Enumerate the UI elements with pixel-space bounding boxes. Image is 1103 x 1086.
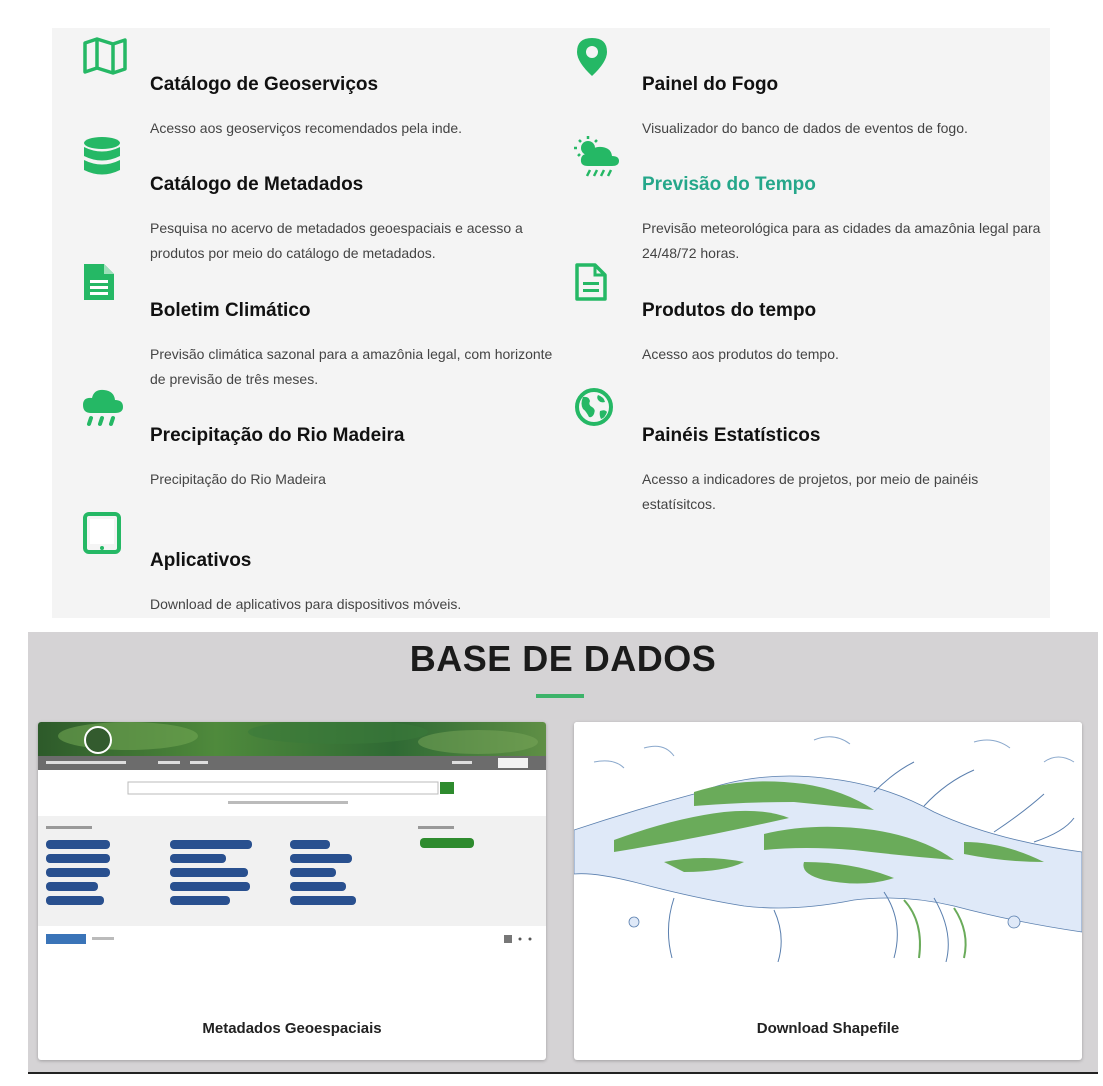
- service-title[interactable]: Aplicativos: [150, 550, 251, 572]
- service-title[interactable]: Painéis Estatísticos: [642, 425, 820, 447]
- card-label[interactable]: Metadados Geoespaciais: [38, 1020, 546, 1037]
- service-desc: Previsão climática sazonal para a amazôn…: [150, 346, 553, 387]
- card-download-shapefile[interactable]: Download Shapefile: [574, 722, 1082, 1060]
- shapefile-map-preview: [574, 722, 1082, 963]
- service-desc: Acesso aos produtos do tempo.: [642, 346, 839, 362]
- service-title[interactable]: Catálogo de Geoserviços: [150, 74, 378, 96]
- service-desc: Pesquisa no acervo de metadados geoespac…: [150, 220, 523, 261]
- document-icon: [82, 262, 124, 304]
- service-title[interactable]: Painel do Fogo: [642, 74, 778, 96]
- services-panel: Catálogo de Geoserviços Acesso aos geose…: [52, 28, 1050, 618]
- database-icon: [82, 136, 124, 178]
- service-title[interactable]: Precipitação do Rio Madeira: [150, 425, 404, 447]
- tablet-icon: [82, 512, 124, 554]
- service-desc: Acesso a indicadores de projetos, por me…: [642, 471, 979, 512]
- map-icon: [82, 36, 127, 78]
- service-desc: Previsão meteorológica para as cidades d…: [642, 220, 1041, 261]
- section-title: BASE DE DADOS: [409, 638, 717, 679]
- rain-cloud-icon: [82, 387, 124, 429]
- weather-icon: [574, 136, 619, 178]
- service-title[interactable]: Previsão do Tempo: [642, 174, 816, 196]
- service-desc: Acesso aos geoserviços recomendados pela…: [150, 120, 463, 136]
- card-label[interactable]: Download Shapefile: [574, 1020, 1082, 1037]
- card-metadados-geoespaciais[interactable]: Metadados Geoespaciais: [38, 722, 546, 1060]
- service-title[interactable]: Catálogo de Metadados: [150, 174, 363, 196]
- map-pin-icon: [574, 36, 616, 78]
- service-title[interactable]: Produtos do tempo: [642, 300, 816, 322]
- service-desc: Precipitação do Rio Madeira: [150, 471, 326, 487]
- base-de-dados-section: BASE DE DADOS Metadados Geoespaciais Dow…: [28, 632, 1098, 1074]
- title-underline: [536, 694, 584, 698]
- service-desc: Visualizador do banco de dados de evento…: [642, 120, 968, 136]
- document-outline-icon: [574, 262, 616, 304]
- service-title[interactable]: Boletim Climático: [150, 300, 310, 322]
- metadata-catalog-preview: [38, 722, 546, 962]
- globe-icon: [574, 387, 616, 429]
- service-desc: Download de aplicativos para dispositivo…: [150, 596, 462, 612]
